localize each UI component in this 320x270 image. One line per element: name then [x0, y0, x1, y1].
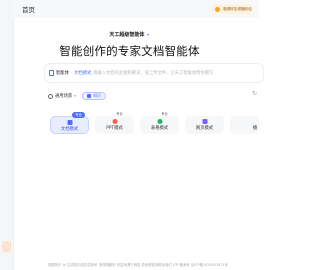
- gift-icon: [215, 6, 220, 12]
- scope-select[interactable]: 通用场景 ▾: [48, 93, 76, 99]
- chip-separator: ·: [70, 70, 73, 76]
- mode-label: 文档模式: [60, 127, 79, 132]
- agent-mode-chip[interactable]: 智能体 · 文档模式: [49, 70, 91, 76]
- home-link[interactable]: 首页: [22, 4, 35, 14]
- promo-button[interactable]: 邀请好友领福利包: [212, 4, 253, 14]
- mode-label: PPT模式: [106, 126, 123, 131]
- rail-accent[interactable]: [2, 241, 11, 252]
- mode-badge: 专业: [158, 111, 171, 117]
- send-button[interactable]: ↻: [250, 90, 259, 100]
- brand-row: 天工超级智能体 ✦: [0, 31, 259, 38]
- mode-card-web[interactable]: 网页模式: [185, 116, 224, 134]
- send-icon: ↻: [251, 90, 258, 97]
- chip-mode: 文档模式: [74, 71, 92, 76]
- prompt-input[interactable]: 请输入文档的主题和要求，或上传文件，让天工智能体帮你撰写: [93, 70, 213, 76]
- globe-icon: [48, 93, 53, 99]
- composer-toolbar: 通用场景 ▾ 知识: [48, 92, 106, 100]
- mode-label: 播: [252, 126, 257, 131]
- web-mode-icon: [202, 119, 207, 124]
- document-icon: [49, 70, 54, 76]
- promo-text: 邀请好友领福利包: [223, 6, 252, 11]
- mode-label: 网页模式: [195, 126, 214, 131]
- mode-card-ppt[interactable]: 专业 PPT模式: [95, 111, 134, 134]
- footer-disclaimer: 如图所示 AI 生成的内容仅供参考 请谨慎甄别 内容来源于网络 若有侵权请联系我…: [48, 263, 228, 267]
- page-title: 智能创作的专家文档智能体: [59, 44, 200, 58]
- mode-badge: 专业: [72, 112, 85, 118]
- knowledge-button[interactable]: 知识: [81, 92, 106, 100]
- mode-label: 表格模式: [150, 126, 169, 131]
- mode-card-sheet[interactable]: 专业 表格模式: [140, 111, 179, 134]
- mode-card-more[interactable]: 播: [230, 116, 259, 134]
- prompt-composer[interactable]: 智能体 · 文档模式 请输入文档的主题和要求，或上传文件，让天工智能体帮你撰写: [44, 63, 264, 83]
- brand-name: 天工超级智能体: [109, 32, 145, 38]
- mode-badge: 专业: [113, 111, 126, 117]
- scope-label: 通用场景: [55, 94, 73, 99]
- left-rail: [0, 0, 14, 270]
- chevron-down-icon: ▾: [74, 94, 76, 98]
- knowledge-icon: [86, 94, 91, 98]
- knowledge-label: 知识: [92, 93, 101, 98]
- sparkle-icon: ✦: [146, 32, 150, 37]
- header: 首页 邀请好友领福利包: [13, 0, 259, 18]
- ppt-mode-icon: [112, 119, 117, 124]
- sheet-mode-icon: [157, 119, 162, 124]
- chip-label: 智能体: [56, 71, 69, 76]
- mode-card-document[interactable]: 专业 文档模式: [50, 112, 89, 134]
- document-mode-icon: [67, 120, 72, 125]
